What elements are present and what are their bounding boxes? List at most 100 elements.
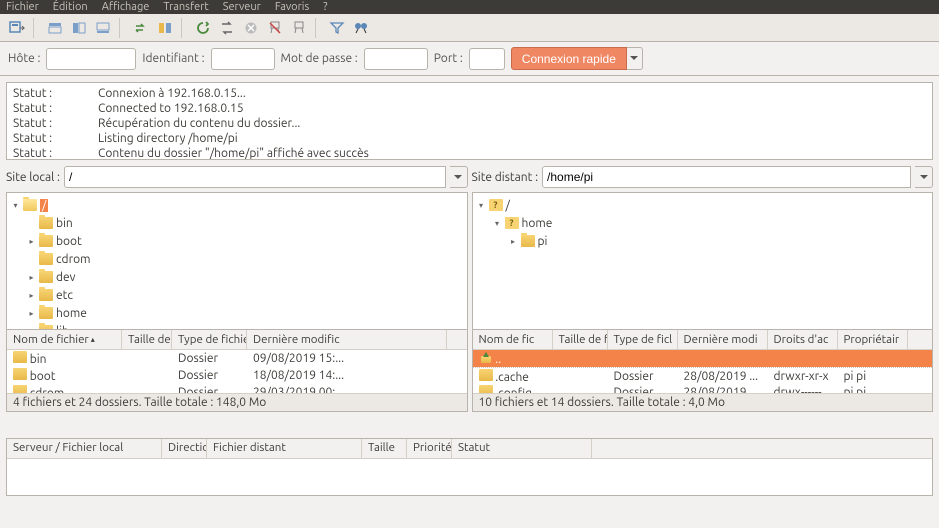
file-row[interactable]: bootDossier18/08/2019 14:... bbox=[7, 367, 467, 384]
refresh-button[interactable] bbox=[192, 17, 214, 39]
pass-label: Mot de passe : bbox=[281, 52, 358, 65]
column-header[interactable]: Taille de fic bbox=[122, 330, 172, 349]
log-label: Statut : bbox=[13, 101, 98, 116]
expand-icon[interactable]: ▸ bbox=[27, 237, 36, 246]
host-input[interactable] bbox=[46, 48, 136, 70]
log-message: Récupération du contenu du dossier... bbox=[98, 116, 300, 131]
menubar: Fichier Édition Affichage Transfert Serv… bbox=[0, 0, 939, 14]
file-row[interactable]: cdromDossier29/03/2019 00:... bbox=[7, 384, 467, 393]
tree-node[interactable]: ▸home bbox=[27, 304, 463, 322]
expand-icon[interactable]: ▸ bbox=[509, 237, 518, 246]
file-row[interactable]: .configDossier28/08/2019 ...drwx------pi… bbox=[473, 384, 933, 393]
search-button[interactable] bbox=[350, 17, 372, 39]
tree-node[interactable]: ▸ pi bbox=[509, 232, 929, 250]
tree-label: dev bbox=[56, 271, 76, 284]
filter-button[interactable] bbox=[326, 17, 348, 39]
expand-icon[interactable] bbox=[27, 255, 36, 264]
column-header[interactable]: Nom de fichier ▴ bbox=[7, 330, 122, 349]
menu-file[interactable]: Fichier bbox=[6, 1, 39, 13]
remote-path-input[interactable] bbox=[542, 166, 911, 188]
user-input[interactable] bbox=[211, 48, 275, 70]
toggle-log-button[interactable] bbox=[44, 17, 66, 39]
tree-label: pi bbox=[538, 235, 548, 248]
tree-label: / bbox=[40, 199, 48, 212]
local-tree[interactable]: ▾/bin▸bootcdrom▸dev▸etc▸homelib bbox=[6, 192, 468, 330]
toggle-queue-button[interactable] bbox=[92, 17, 114, 39]
local-file-list[interactable]: Nom de fichier ▴Taille de ficType de fic… bbox=[6, 330, 468, 412]
remote-tree[interactable]: ▾?/▾?home ▸ pi bbox=[472, 192, 934, 330]
user-label: Identifiant : bbox=[142, 52, 204, 65]
tree-node[interactable]: ▸ dev bbox=[27, 268, 463, 286]
column-header[interactable]: Nom de fic bbox=[473, 330, 553, 349]
expand-icon[interactable]: ▾ bbox=[477, 201, 486, 210]
column-header[interactable]: Droits d'ac bbox=[768, 330, 838, 349]
column-header[interactable]: Dernière modi bbox=[678, 330, 768, 349]
tree-node[interactable]: ▾/ bbox=[11, 196, 463, 214]
expand-icon[interactable]: ▸ bbox=[27, 291, 36, 300]
process-queue-button[interactable] bbox=[216, 17, 238, 39]
remote-file-list[interactable]: Nom de ficTaille de fiType de ficlDerniè… bbox=[472, 330, 934, 412]
host-label: Hôte : bbox=[8, 52, 40, 65]
column-header[interactable]: Type de ficl bbox=[608, 330, 678, 349]
tree-node[interactable]: cdrom bbox=[27, 250, 463, 268]
expand-icon[interactable]: ▾ bbox=[11, 201, 20, 210]
sort-asc-icon: ▴ bbox=[91, 335, 95, 344]
tree-node[interactable]: ▾?home bbox=[493, 214, 929, 232]
cancel-button[interactable] bbox=[240, 17, 262, 39]
column-header[interactable]: Priorité bbox=[407, 439, 452, 458]
tree-node[interactable]: lib bbox=[27, 322, 463, 330]
remote-pane: Site distant : ▾?/▾?home▸pi Nom de ficTa… bbox=[472, 166, 934, 434]
expand-icon[interactable] bbox=[27, 219, 36, 228]
expand-icon[interactable]: ▸ bbox=[27, 273, 36, 282]
expand-icon[interactable]: ▸ bbox=[27, 309, 36, 318]
file-row[interactable]: .cacheDossier28/08/2019 ...drwxr-xr-xpi … bbox=[473, 367, 933, 384]
compare-button[interactable] bbox=[154, 17, 176, 39]
sync-browse-button[interactable] bbox=[130, 17, 152, 39]
local-path-input[interactable] bbox=[64, 166, 446, 188]
pass-input[interactable] bbox=[364, 48, 428, 70]
folder-icon bbox=[39, 271, 53, 283]
toggle-tree-button[interactable] bbox=[68, 17, 90, 39]
site-manager-button[interactable] bbox=[6, 17, 28, 39]
tree-node[interactable]: ▸ etc bbox=[27, 286, 463, 304]
quick-connect-button[interactable]: Connexion rapide bbox=[511, 47, 627, 70]
column-header[interactable]: Propriétair bbox=[838, 330, 908, 349]
quick-connect-dropdown[interactable] bbox=[627, 47, 643, 70]
port-input[interactable] bbox=[469, 48, 505, 70]
column-header[interactable]: Taille de fi bbox=[553, 330, 608, 349]
tree-label: etc bbox=[56, 289, 73, 302]
menu-help[interactable]: ? bbox=[323, 1, 327, 13]
log-label: Statut : bbox=[13, 116, 98, 131]
parent-dir-row[interactable]: .. bbox=[473, 350, 933, 367]
tree-node[interactable]: bin bbox=[27, 214, 463, 232]
column-header[interactable]: Statut bbox=[452, 439, 592, 458]
tree-label: boot bbox=[56, 235, 82, 248]
file-row[interactable]: binDossier09/08/2019 15:... bbox=[7, 350, 467, 367]
log-label: Statut : bbox=[13, 86, 98, 101]
disconnect-button[interactable] bbox=[264, 17, 286, 39]
column-header[interactable]: Type de fichier bbox=[172, 330, 247, 349]
toolbar bbox=[0, 14, 939, 42]
tree-node[interactable]: ▸ boot bbox=[27, 232, 463, 250]
menu-bookmarks[interactable]: Favoris bbox=[275, 1, 309, 13]
log-label: Statut : bbox=[13, 131, 98, 146]
menu-view[interactable]: Affichage bbox=[102, 1, 150, 13]
column-header[interactable]: Directio bbox=[162, 439, 207, 458]
menu-transfer[interactable]: Transfert bbox=[163, 1, 208, 13]
message-log[interactable]: Statut :Connexion à 192.168.0.15...Statu… bbox=[6, 82, 933, 160]
column-header[interactable]: Taille bbox=[362, 439, 407, 458]
folder-icon bbox=[479, 369, 493, 381]
tree-node[interactable]: ▾?/ bbox=[477, 196, 929, 214]
transfer-queue[interactable]: Serveur / Fichier localDirectioFichier d… bbox=[6, 438, 933, 496]
expand-icon[interactable]: ▾ bbox=[493, 219, 502, 228]
reconnect-button[interactable] bbox=[288, 17, 310, 39]
local-path-dropdown[interactable] bbox=[450, 166, 468, 188]
folder-icon bbox=[13, 351, 27, 363]
column-header[interactable]: Fichier distant bbox=[207, 439, 362, 458]
column-header[interactable]: Dernière modific bbox=[247, 330, 447, 349]
tree-label: / bbox=[506, 199, 510, 212]
menu-server[interactable]: Serveur bbox=[223, 1, 261, 13]
remote-path-dropdown[interactable] bbox=[915, 166, 933, 188]
column-header[interactable]: Serveur / Fichier local bbox=[7, 439, 162, 458]
menu-edit[interactable]: Édition bbox=[53, 1, 88, 13]
